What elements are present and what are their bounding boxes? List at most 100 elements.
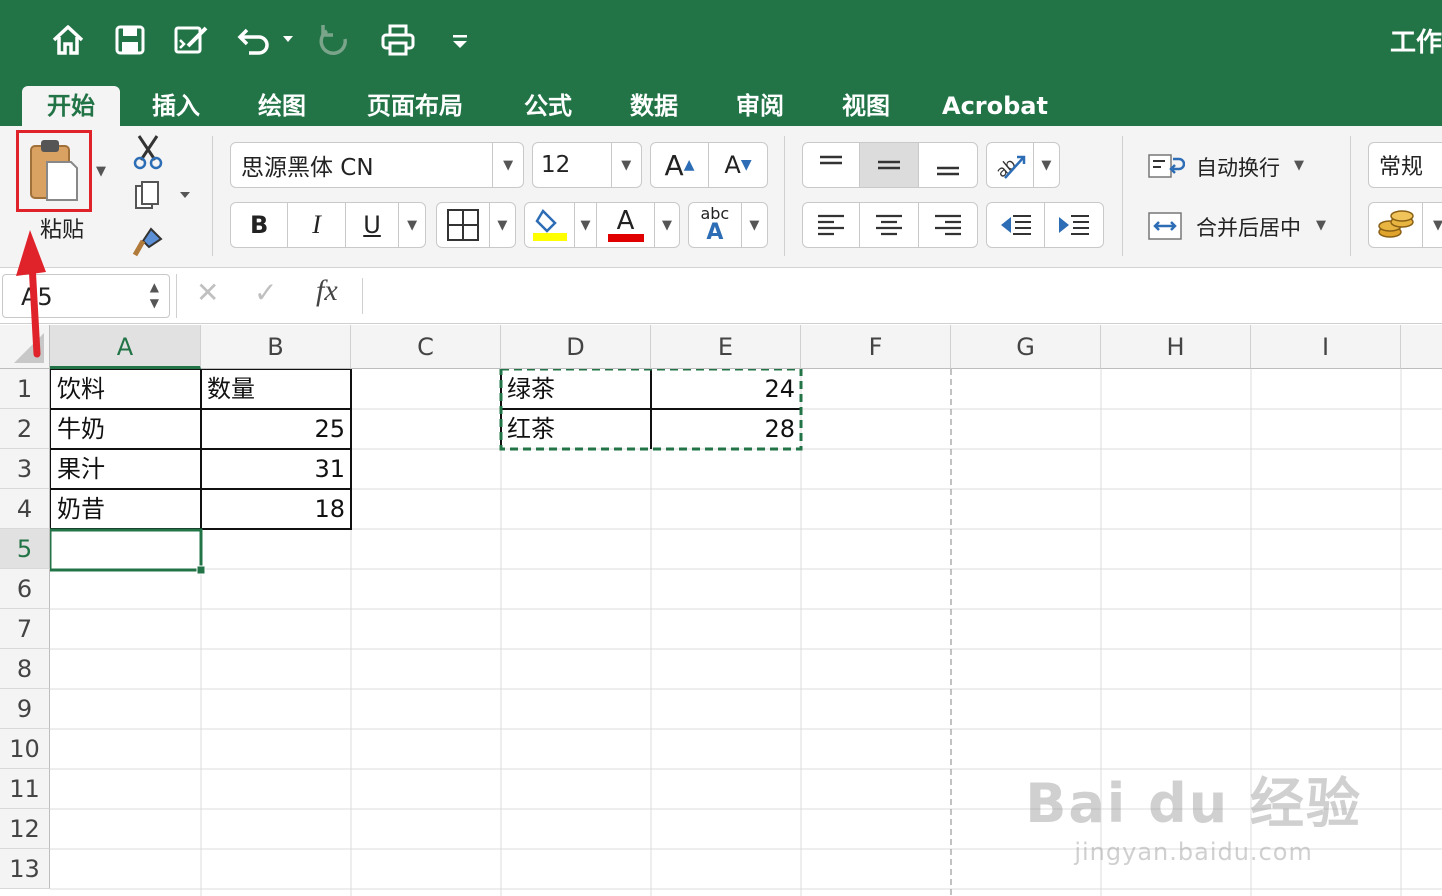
redo-icon[interactable] [316, 18, 352, 62]
font-color-button[interactable]: A [597, 203, 655, 247]
row-header-9[interactable]: 9 [0, 689, 50, 729]
row-header-4[interactable]: 4 [0, 489, 50, 529]
column-header-c[interactable]: C [351, 325, 501, 369]
save-icon[interactable] [112, 18, 148, 62]
cell-a1[interactable]: 饮料 [51, 369, 201, 409]
wrap-text-dropdown-icon[interactable]: ▼ [1292, 158, 1306, 173]
tab-review[interactable]: 审阅 [720, 86, 800, 126]
font-name-dropdown-icon[interactable]: ▼ [493, 143, 523, 187]
undo-icon[interactable] [236, 18, 296, 62]
format-painter-icon[interactable] [130, 224, 166, 260]
cell-b4[interactable]: 18 [201, 489, 351, 529]
insert-function-icon[interactable]: fx [316, 274, 338, 308]
underline-dropdown-icon[interactable]: ▼ [399, 203, 425, 247]
copy-icon[interactable] [130, 178, 194, 214]
cell-a3[interactable]: 果汁 [51, 449, 201, 489]
tab-draw[interactable]: 绘图 [242, 86, 322, 126]
column-header-g[interactable]: G [951, 325, 1101, 369]
fill-color-dropdown-icon[interactable]: ▼ [575, 203, 597, 247]
spelling-button[interactable]: abc A ▼ [688, 202, 768, 248]
cell-d1[interactable]: 绿茶 [501, 369, 651, 409]
cell-d2[interactable]: 红茶 [501, 409, 651, 449]
cell-e1[interactable]: 24 [651, 369, 801, 409]
cell-e2[interactable]: 28 [651, 409, 801, 449]
merge-center-icon[interactable] [1146, 208, 1186, 244]
orientation-dropdown-icon[interactable]: ▼ [1034, 143, 1059, 187]
accounting-dropdown-icon[interactable]: ▼ [1423, 203, 1442, 247]
row-header-3[interactable]: 3 [0, 449, 50, 489]
row-header-7[interactable]: 7 [0, 609, 50, 649]
row-header-6[interactable]: 6 [0, 569, 50, 609]
column-header-i[interactable]: I [1251, 325, 1401, 369]
merge-center-dropdown-icon[interactable]: ▼ [1314, 218, 1328, 233]
merge-center-label[interactable]: 合并后居中 [1196, 212, 1301, 242]
align-middle-icon[interactable] [860, 143, 919, 187]
font-size-dropdown-icon[interactable]: ▼ [612, 143, 641, 187]
number-format-select[interactable]: 常规 [1368, 142, 1442, 188]
tab-insert[interactable]: 插入 [136, 86, 216, 126]
paste-button[interactable] [16, 130, 92, 212]
borders-button[interactable]: ▼ [436, 202, 516, 248]
cell-a5[interactable] [51, 529, 201, 569]
tab-data[interactable]: 数据 [614, 86, 694, 126]
column-header-d[interactable]: D [501, 325, 651, 369]
row-header-1[interactable]: 1 [0, 369, 50, 409]
ribbon-home: ▼ 粘贴 思源黑体 CN ▼ 12 ▼ A▲ A▼ B I U ▼ ▼ ▼ [0, 126, 1442, 268]
increase-indent-icon[interactable] [1045, 203, 1103, 247]
wrap-text-label[interactable]: 自动换行 [1196, 152, 1280, 182]
row-header-12[interactable]: 12 [0, 809, 50, 849]
column-header-b[interactable]: B [201, 325, 351, 369]
cell-b3[interactable]: 31 [201, 449, 351, 489]
column-header-e[interactable]: E [651, 325, 801, 369]
wrap-text-icon[interactable] [1146, 148, 1186, 184]
column-header-f[interactable]: F [801, 325, 951, 369]
cell-b1[interactable]: 数量 [201, 369, 351, 409]
column-header-a[interactable]: A [50, 325, 201, 369]
tab-page-layout[interactable]: 页面布局 [352, 86, 478, 126]
align-bottom-icon[interactable] [919, 143, 977, 187]
row-header-11[interactable]: 11 [0, 769, 50, 809]
spelling-dropdown-icon[interactable]: ▼ [742, 203, 767, 247]
cancel-entry-icon[interactable]: ✕ [196, 276, 219, 309]
borders-dropdown-icon[interactable]: ▼ [490, 203, 515, 247]
confirm-entry-icon[interactable]: ✓ [254, 276, 277, 309]
bold-button[interactable]: B [231, 203, 289, 247]
column-header-h[interactable]: H [1101, 325, 1251, 369]
accounting-format-button[interactable]: ▼ [1368, 202, 1442, 248]
align-left-icon[interactable] [803, 203, 861, 247]
cut-icon[interactable] [130, 132, 166, 172]
home-icon[interactable] [48, 18, 88, 62]
row-header-13[interactable]: 13 [0, 849, 50, 889]
underline-button[interactable]: U [346, 203, 400, 247]
row-header-5[interactable]: 5 [0, 529, 50, 569]
align-right-icon[interactable] [919, 203, 977, 247]
tab-view[interactable]: 视图 [826, 86, 906, 126]
paste-dropdown-icon[interactable]: ▼ [94, 164, 108, 179]
worksheet-grid: A B C D E F G H I 1 2 3 4 5 6 7 8 9 10 1… [0, 325, 1442, 896]
cell-a2[interactable]: 牛奶 [51, 409, 201, 449]
cell-b2[interactable]: 25 [201, 409, 351, 449]
italic-button[interactable]: I [288, 203, 346, 247]
align-top-icon[interactable] [803, 143, 861, 187]
align-center-icon[interactable] [860, 203, 919, 247]
row-header-10[interactable]: 10 [0, 729, 50, 769]
row-header-8[interactable]: 8 [0, 649, 50, 689]
font-name-select[interactable]: 思源黑体 CN ▼ [230, 142, 524, 188]
name-box-stepper-icon[interactable]: ▲ ▼ [150, 279, 159, 311]
orientation-button[interactable]: ab ▼ [986, 142, 1060, 188]
cell-a4[interactable]: 奶昔 [51, 489, 201, 529]
shrink-font-button[interactable]: A ▼ [709, 143, 767, 187]
font-color-dropdown-icon[interactable]: ▼ [655, 203, 679, 247]
tab-home[interactable]: 开始 [22, 86, 120, 126]
formula-input[interactable] [376, 276, 1426, 316]
font-size-select[interactable]: 12 ▼ [532, 142, 642, 188]
fill-color-icon[interactable] [525, 203, 575, 247]
edit-workbook-icon[interactable] [172, 18, 212, 62]
row-header-2[interactable]: 2 [0, 409, 50, 449]
decrease-indent-icon[interactable] [987, 203, 1046, 247]
tab-formulas[interactable]: 公式 [508, 86, 588, 126]
grow-font-button[interactable]: A ▲ [651, 143, 710, 187]
print-icon[interactable] [380, 18, 416, 62]
tab-acrobat[interactable]: Acrobat [938, 86, 1052, 126]
customize-toolbar-icon[interactable] [448, 18, 472, 62]
